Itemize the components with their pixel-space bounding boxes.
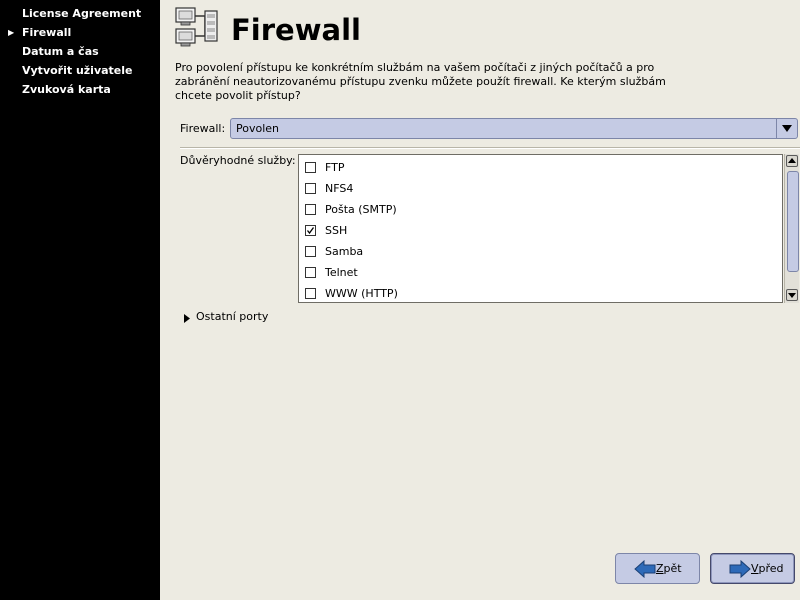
current-step-arrow-icon: ▶ bbox=[8, 28, 15, 37]
service-checkbox-checked[interactable] bbox=[305, 225, 316, 236]
scroll-down-button[interactable] bbox=[786, 289, 798, 301]
firewall-label: Firewall: bbox=[180, 122, 226, 135]
trusted-services-label: Důvěryhodné služby: bbox=[180, 154, 296, 167]
checkmark-icon bbox=[306, 227, 315, 235]
next-button-label: Vpřed bbox=[751, 562, 784, 575]
service-row-ftp[interactable]: FTP bbox=[299, 157, 782, 178]
network-firewall-icon bbox=[175, 7, 221, 49]
service-row-samba[interactable]: Samba bbox=[299, 241, 782, 262]
sidebar-item-zvukova-karta: Zvuková karta bbox=[22, 81, 111, 99]
sidebar: License Agreement ▶ Firewall Datum a čas… bbox=[0, 0, 160, 600]
services-scrollbar[interactable] bbox=[784, 154, 799, 303]
scroll-up-button[interactable] bbox=[786, 155, 798, 167]
other-ports-label: Ostatní porty bbox=[196, 310, 269, 323]
description-text: Pro povolení přístupu ke konkrétním služ… bbox=[175, 61, 666, 102]
service-label: SSH bbox=[325, 224, 348, 237]
service-row-nfs4[interactable]: NFS4 bbox=[299, 178, 782, 199]
sidebar-item-label: Zvuková karta bbox=[22, 83, 111, 96]
back-button-label: Zpět bbox=[656, 562, 682, 575]
service-checkbox[interactable] bbox=[305, 204, 316, 215]
trusted-services-list[interactable]: FTP NFS4 Pošta (SMTP) SSH Samba Telnet W… bbox=[298, 154, 783, 303]
arrow-right-icon bbox=[729, 560, 751, 578]
sidebar-item-label: Datum a čas bbox=[22, 45, 99, 58]
separator bbox=[180, 147, 800, 149]
sidebar-item-label: License Agreement bbox=[22, 7, 142, 20]
sidebar-item-datum-a-cas: Datum a čas bbox=[22, 43, 99, 61]
firewall-combobox[interactable]: Povolen bbox=[230, 118, 798, 139]
arrow-down-icon bbox=[788, 293, 796, 298]
sidebar-item-label: Vytvořit uživatele bbox=[22, 64, 133, 77]
arrow-left-icon bbox=[634, 560, 656, 578]
expander-arrow-icon bbox=[184, 313, 190, 327]
sidebar-item-vytvorit-uzivatele: Vytvořit uživatele bbox=[22, 62, 133, 80]
sidebar-item-license-agreement: License Agreement bbox=[22, 5, 141, 23]
sidebar-item-label: Firewall bbox=[22, 26, 72, 39]
service-checkbox[interactable] bbox=[305, 246, 316, 257]
page-title: Firewall bbox=[231, 13, 361, 47]
next-button[interactable]: Vpřed bbox=[710, 553, 795, 584]
service-row-telnet[interactable]: Telnet bbox=[299, 262, 782, 283]
service-label: FTP bbox=[325, 161, 345, 174]
sidebar-item-firewall: ▶ Firewall bbox=[8, 24, 72, 42]
service-label: NFS4 bbox=[325, 182, 354, 195]
back-button[interactable]: Zpět bbox=[615, 553, 700, 584]
service-checkbox[interactable] bbox=[305, 162, 316, 173]
service-label: Pošta (SMTP) bbox=[325, 203, 397, 216]
firewall-combobox-value: Povolen bbox=[236, 122, 280, 135]
service-label: Telnet bbox=[325, 266, 358, 279]
scrollbar-thumb[interactable] bbox=[787, 171, 799, 272]
service-checkbox[interactable] bbox=[305, 183, 316, 194]
service-checkbox[interactable] bbox=[305, 267, 316, 278]
chevron-down-icon[interactable] bbox=[776, 119, 797, 138]
arrow-up-icon bbox=[788, 158, 796, 163]
service-row-smtp[interactable]: Pošta (SMTP) bbox=[299, 199, 782, 220]
service-row-www[interactable]: WWW (HTTP) bbox=[299, 283, 782, 302]
service-row-ssh[interactable]: SSH bbox=[299, 220, 782, 241]
service-label: Samba bbox=[325, 245, 364, 258]
service-checkbox[interactable] bbox=[305, 288, 316, 299]
service-label: WWW (HTTP) bbox=[325, 287, 398, 300]
